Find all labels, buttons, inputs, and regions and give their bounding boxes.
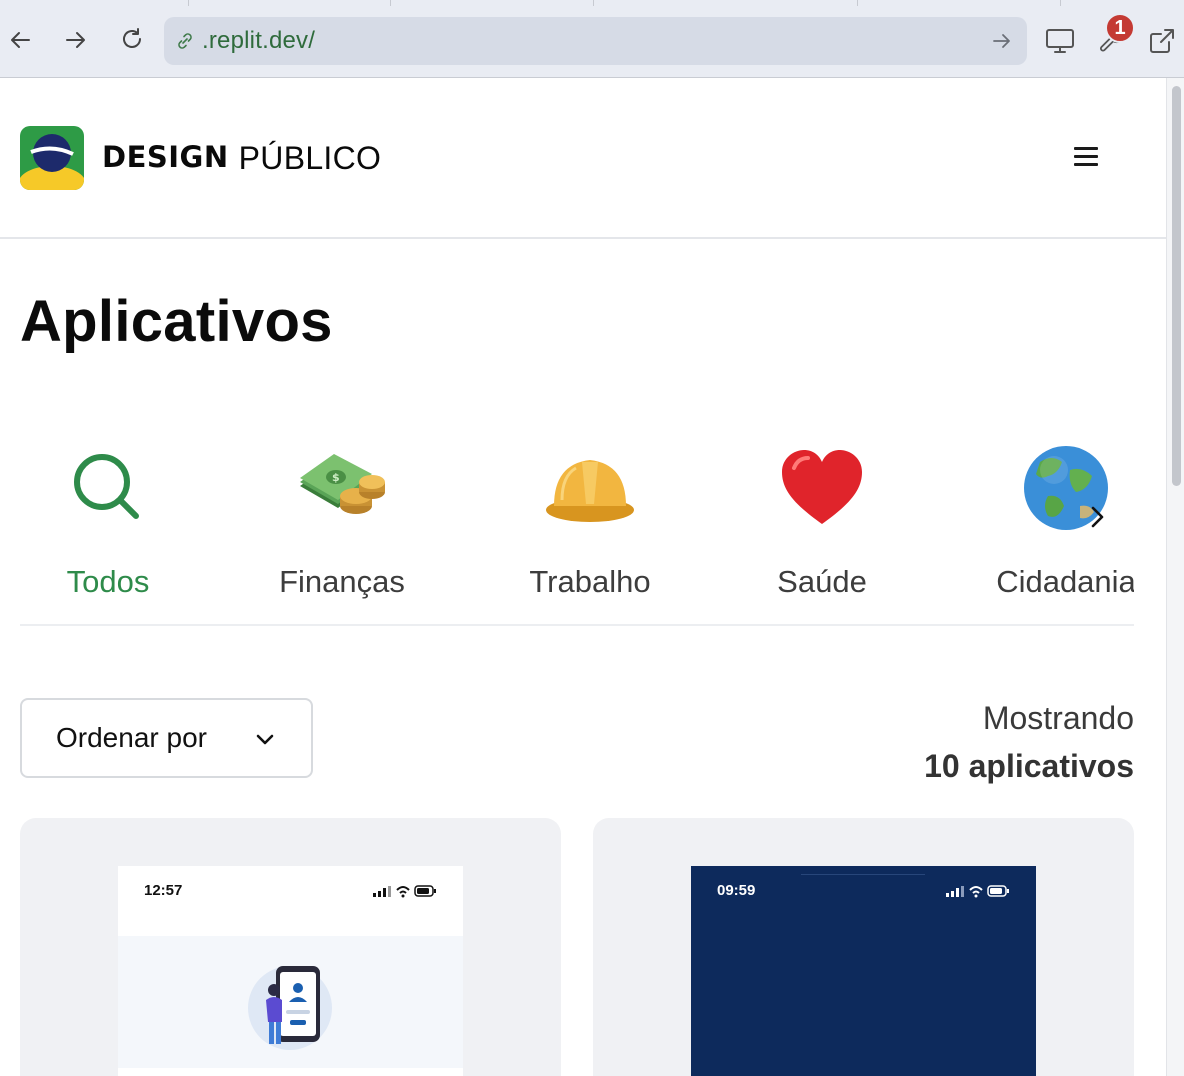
- page-title: Aplicativos: [20, 289, 333, 354]
- brand-name: DESIGN PÚBLICO: [102, 140, 381, 177]
- tab-divider: [390, 0, 391, 6]
- chevron-right-icon[interactable]: [1082, 500, 1112, 534]
- tab-label: Todos: [66, 564, 150, 599]
- active-tab-indicator: [20, 624, 196, 626]
- status-icons: [373, 885, 436, 898]
- brand-name-regular: PÚBLICO: [238, 140, 382, 176]
- phone-status-bar: 12:57: [118, 866, 463, 936]
- reload-button[interactable]: [114, 22, 150, 58]
- tab-label: Trabalho: [529, 564, 651, 599]
- url-text[interactable]: .replit.dev/: [202, 27, 315, 55]
- phone-notch-line: [801, 874, 925, 875]
- app-screenshot: 09:59: [691, 866, 1036, 1076]
- forward-button[interactable]: [58, 22, 94, 58]
- svg-text:$: $: [332, 471, 340, 484]
- results-count-label: Mostrando: [982, 700, 1134, 736]
- reload-icon: [123, 28, 141, 48]
- phone-content: [118, 936, 463, 1068]
- back-button[interactable]: [2, 22, 38, 58]
- go-arrow-icon[interactable]: [991, 29, 1013, 53]
- arrow-left-icon: [11, 32, 30, 48]
- heart-icon: [774, 440, 870, 536]
- tab-label: Cidadania: [996, 564, 1134, 599]
- phone-footer: [118, 1068, 463, 1076]
- tab-divider: [593, 0, 594, 6]
- design-publico-logo[interactable]: [20, 126, 84, 190]
- tab-divider: [1060, 0, 1061, 6]
- hard-hat-icon: [542, 440, 638, 536]
- address-bar[interactable]: .replit.dev/: [164, 17, 1027, 65]
- phone-illustration: [248, 966, 332, 1050]
- screen-cast-button[interactable]: [1040, 22, 1080, 60]
- app-screenshot: 12:57: [118, 866, 463, 1076]
- page-scrollbar[interactable]: [1166, 78, 1184, 1076]
- tab-label: Saúde: [777, 564, 867, 599]
- status-icons: [946, 885, 1009, 898]
- sort-label: Ordenar por: [56, 722, 207, 753]
- tab-divider: [857, 0, 858, 6]
- tab-divider: [188, 0, 189, 6]
- browser-toolbar: .replit.dev/ 1: [0, 0, 1184, 78]
- money-icon: $: [294, 440, 390, 536]
- tab-todos[interactable]: Todos: [20, 432, 196, 626]
- tab-financas[interactable]: $ Finanças: [252, 432, 432, 624]
- external-link-icon: [1150, 29, 1174, 53]
- notification-badge: 1: [1105, 13, 1135, 43]
- page-viewport: DESIGN PÚBLICO Aplicativos Todos $ Finan…: [0, 78, 1166, 1076]
- phone-time: 09:59: [717, 882, 756, 899]
- hamburger-line: [1074, 155, 1098, 158]
- menu-button[interactable]: [1070, 144, 1102, 170]
- app-card[interactable]: 12:57: [20, 818, 561, 1076]
- tab-strip: [0, 0, 1184, 6]
- phone-time: 12:57: [144, 882, 183, 899]
- sort-dropdown[interactable]: Ordenar por: [20, 698, 313, 778]
- link-icon: [174, 30, 196, 52]
- monitor-icon: [1046, 29, 1074, 53]
- search-icon: [60, 440, 156, 536]
- hamburger-menu-icon: [1074, 147, 1098, 150]
- tab-saude[interactable]: Saúde: [740, 432, 904, 624]
- site-header: DESIGN PÚBLICO: [0, 78, 1166, 239]
- tab-trabalho[interactable]: Trabalho: [500, 432, 680, 624]
- results-count-value: 10 aplicativos: [924, 748, 1134, 784]
- brand-name-bold: DESIGN: [102, 140, 229, 174]
- tab-label: Finanças: [279, 564, 405, 599]
- open-external-button[interactable]: [1142, 22, 1182, 60]
- app-card[interactable]: 09:59: [593, 818, 1134, 1076]
- results-count: Mostrando 10 aplicativos: [924, 694, 1134, 790]
- hamburger-line: [1074, 163, 1098, 166]
- arrow-right-icon: [66, 32, 85, 48]
- category-tabs: Todos $ Finanças Trabalho Saúde Cidadani…: [20, 432, 1134, 626]
- scrollbar-thumb[interactable]: [1172, 86, 1181, 486]
- chevron-down-icon: [256, 734, 274, 745]
